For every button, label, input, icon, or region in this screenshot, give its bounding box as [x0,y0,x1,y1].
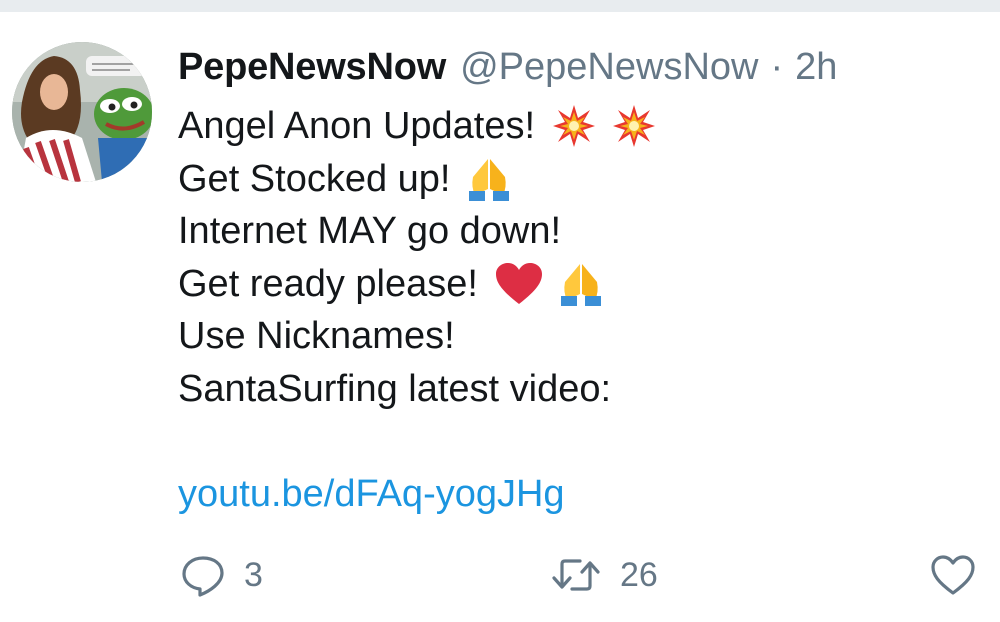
collision-icon [552,104,596,163]
retweet-count: 26 [620,555,658,594]
folded-hands-icon [559,260,603,321]
tweet-line: Get ready please! [178,258,978,311]
reply-count: 3 [244,555,263,594]
retweet-icon [552,559,600,591]
tweet-header: PepeNewsNow @PepeNewsNow · 2h [178,42,837,92]
tweet-line-text: Get Stocked up! [178,157,451,200]
tweet-line: youtu.be/dFAq-yogJHg [178,468,978,521]
tweet-line-text: Internet MAY go down! [178,210,562,252]
collision-icon [612,104,656,163]
tweet-text: Angel Anon Updates! Get Stocked up! Inte… [178,100,978,520]
avatar-image [12,42,152,182]
tweet-timestamp[interactable]: 2h [795,46,837,88]
red-heart-icon [495,262,543,321]
avatar[interactable] [12,42,152,182]
reply-button[interactable]: 3 [180,548,263,602]
tweet-line-text: Angel Anon Updates! [178,105,536,147]
top-divider-strip [0,0,1000,12]
tweet-line: Angel Anon Updates! [178,100,978,153]
like-button[interactable] [930,548,976,602]
retweet-button[interactable]: 26 [550,548,658,602]
display-name[interactable]: PepeNewsNow [178,46,446,88]
tweet-line: SantaSurfing latest video: [178,363,978,416]
like-icon [931,555,975,595]
user-handle[interactable]: @PepeNewsNow [460,46,758,88]
tweet-line-text: SantaSurfing latest video: [178,367,612,410]
tweet-line-text: Use Nicknames! [178,315,455,357]
video-link[interactable]: youtu.be/dFAq-yogJHg [178,473,565,515]
reply-icon [182,556,224,597]
header-separator: · [770,46,784,88]
tweet-line-text: Get ready please! [178,262,478,305]
tweet-line: Internet MAY go down! [178,205,978,258]
tweet-actions: 3 26 [0,548,1000,602]
